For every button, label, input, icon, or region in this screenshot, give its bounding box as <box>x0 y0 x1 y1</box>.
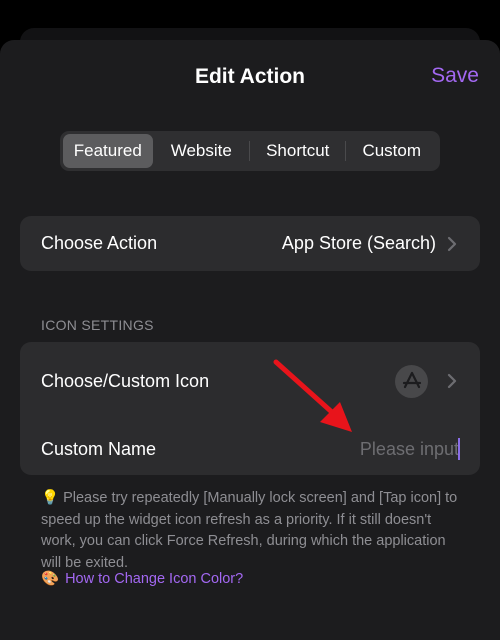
choose-icon-row[interactable]: Choose/Custom Icon <box>20 342 480 420</box>
segment-custom[interactable]: Custom <box>346 134 437 168</box>
segment-custom-label: Custom <box>362 141 422 160</box>
segment-shortcut[interactable]: Shortcut <box>250 134 345 168</box>
lightbulb-icon: 💡 <box>41 490 60 506</box>
change-icon-color-link[interactable]: How to Change Icon Color? <box>65 571 243 587</box>
refresh-tip: 💡 Please try repeatedly [Manually lock s… <box>41 488 461 574</box>
icon-settings-card: Choose/Custom Icon Custom Name Please in… <box>20 342 480 475</box>
choose-action-value: App Store (Search) <box>281 233 436 253</box>
custom-name-label: Custom Name <box>41 438 157 459</box>
action-type-segmented-control: Featured Website Shortcut Custom <box>60 131 440 171</box>
choose-icon-label: Choose/Custom Icon <box>41 370 210 391</box>
page-title: Edit Action <box>194 65 306 88</box>
help-link-row: 🎨 How to Change Icon Color? <box>41 570 243 588</box>
segment-website[interactable]: Website <box>154 134 249 168</box>
save-button[interactable]: Save <box>431 64 479 88</box>
choose-action-label: Choose Action <box>41 233 158 253</box>
custom-name-row[interactable]: Custom Name Please input <box>20 424 480 474</box>
icon-settings-header: ICON SETTINGS <box>41 317 154 333</box>
app-store-icon <box>395 364 428 398</box>
custom-name-input[interactable]: Please input <box>360 439 459 460</box>
choose-action-card: Choose Action App Store (Search) <box>20 216 480 271</box>
segment-featured[interactable]: Featured <box>63 134 153 168</box>
segment-featured-label: Featured <box>73 141 142 160</box>
chevron-right-icon <box>447 236 457 251</box>
choose-action-row[interactable]: Choose Action App Store (Search) <box>20 216 480 271</box>
segment-shortcut-label: Shortcut <box>266 141 330 160</box>
segment-website-label: Website <box>170 141 232 160</box>
text-cursor <box>458 438 460 460</box>
palette-icon: 🎨 <box>41 571 60 587</box>
annotation-arrow-icon <box>273 359 352 432</box>
chevron-right-icon <box>447 373 457 389</box>
refresh-tip-text: Please try repeatedly [Manually lock scr… <box>41 490 458 571</box>
